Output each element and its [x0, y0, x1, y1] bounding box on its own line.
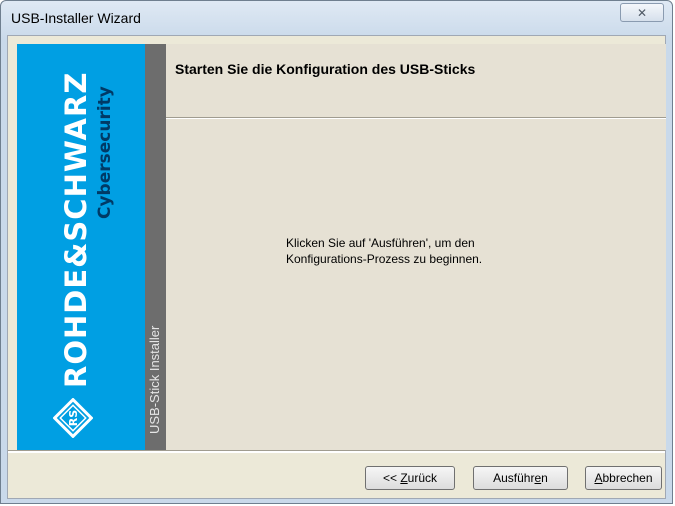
wizard-client-area: RS ROHDE&SCHWARZ Cybersecurity USB-Stick…: [7, 35, 666, 499]
page-title: Starten Sie die Konfiguration des USB-St…: [175, 61, 476, 77]
window-title: USB-Installer Wizard: [11, 10, 141, 26]
side-label: USB-Stick Installer: [147, 325, 162, 434]
brand-name: ROHDE&SCHWARZ: [59, 71, 93, 388]
logo-badge-text: RS: [67, 410, 80, 426]
footer-divider: [8, 450, 665, 453]
instruction-line-2: Konfigurations-Prozess zu beginnen.: [286, 252, 483, 266]
back-button-label: << Zurück: [382, 471, 438, 485]
content-area: Klicken Sie auf 'Ausführen', um den Konf…: [166, 119, 666, 450]
run-button[interactable]: Ausführen: [473, 466, 568, 490]
instruction-line-1: Klicken Sie auf 'Ausführen', um den: [286, 236, 475, 250]
cancel-button-label: Abbrechen: [594, 471, 653, 485]
title-bar[interactable]: USB-Installer Wizard ✕: [1, 1, 672, 35]
brand-subtitle: Cybersecurity: [95, 86, 115, 219]
close-button[interactable]: ✕: [620, 3, 664, 22]
rs-logo-icon: RS: [53, 398, 93, 438]
back-button[interactable]: << Zurück: [365, 466, 455, 490]
run-button-label: Ausführen: [493, 471, 548, 485]
header-area: Starten Sie die Konfiguration des USB-St…: [166, 44, 666, 117]
side-rotated-content: USB-Stick Installer: [145, 44, 166, 450]
cancel-button[interactable]: Abbrechen: [585, 466, 662, 490]
instruction-text: Klicken Sie auf 'Ausführen', um den Konf…: [286, 235, 482, 267]
side-strip: USB-Stick Installer: [145, 44, 166, 450]
wizard-window: USB-Installer Wizard ✕ RS ROHDE&SCHWARZ …: [0, 0, 673, 504]
brand-panel: RS ROHDE&SCHWARZ Cybersecurity: [17, 44, 145, 450]
brand-rotated-content: RS ROHDE&SCHWARZ Cybersecurity: [17, 44, 145, 450]
close-icon: ✕: [636, 5, 648, 20]
